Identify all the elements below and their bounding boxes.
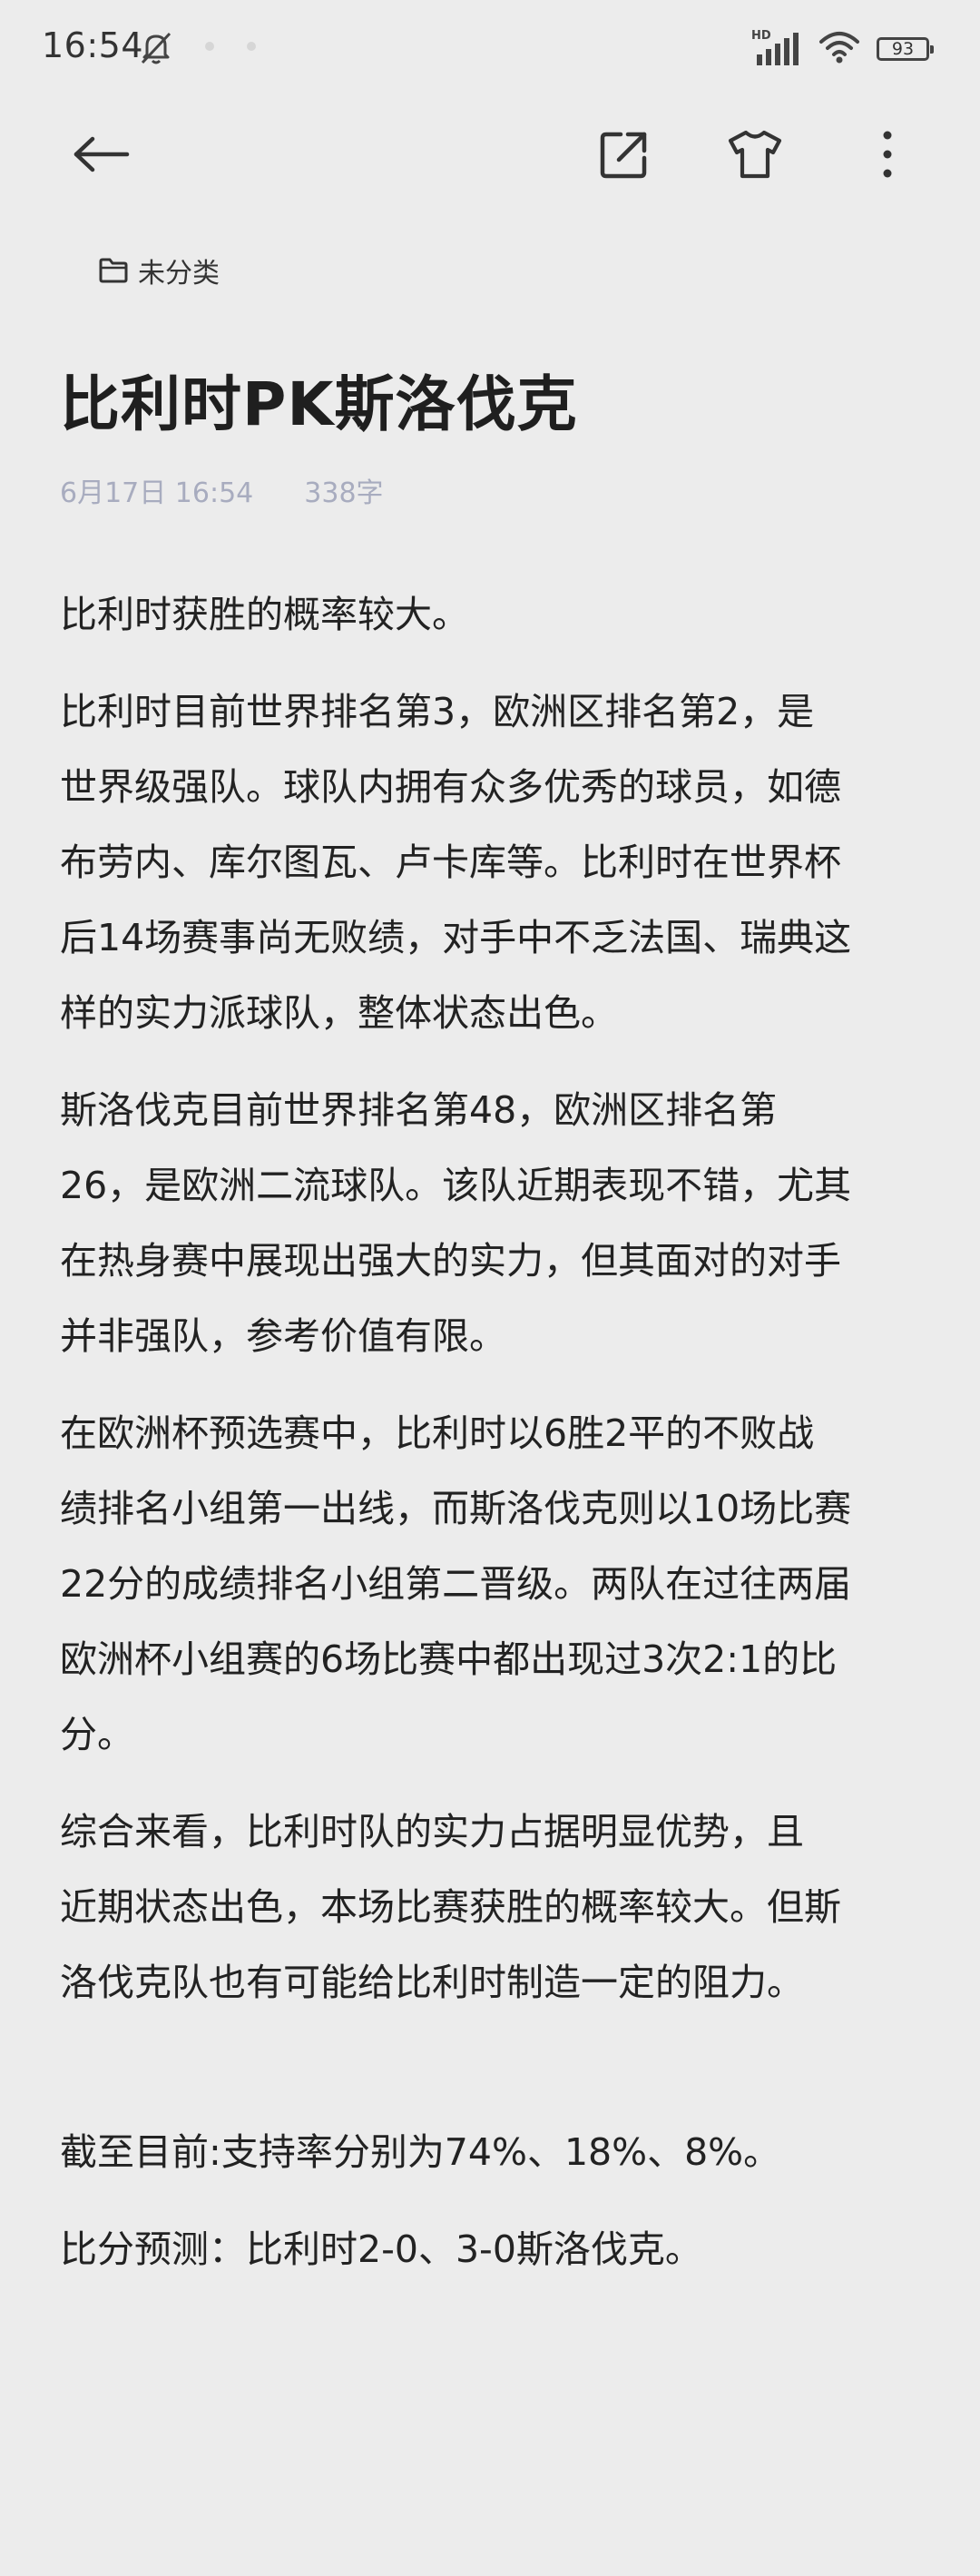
- note-title[interactable]: 比利时PK斯洛伐克: [60, 356, 578, 443]
- shirt-icon: [728, 130, 782, 179]
- paragraph-line: 世界级强队。球队内拥有众多优秀的球员，如德: [60, 765, 841, 809]
- paragraph-line: 比分预测：比利时2-0、3-0斯洛伐克。: [60, 2227, 702, 2271]
- paragraph-line: 综合来看，比利时队的实力占据明显优势，且: [60, 1810, 804, 1853]
- paragraph-line: 在欧洲杯预选赛中，比利时以6胜2平的不败战: [60, 1411, 815, 1455]
- more-button[interactable]: [851, 118, 924, 191]
- paragraph-line: 绩排名小组第一出线，而斯洛伐克则以10场比赛: [60, 1487, 852, 1530]
- paragraph-line: 斯洛伐克目前世界排名第48，欧洲区排名第: [60, 1088, 778, 1132]
- battery-icon: 93: [877, 37, 934, 61]
- paragraph-line: 洛伐克队也有可能给比利时制造一定的阻力。: [60, 1961, 804, 2004]
- arrow-left-icon: [74, 136, 130, 172]
- paragraph-line: 并非强队，参考价值有限。: [60, 1314, 506, 1358]
- signal-icon: HD: [751, 29, 802, 67]
- word-count: 338字: [304, 477, 384, 509]
- share-external-icon: [600, 132, 647, 179]
- more-vertical-icon: [883, 131, 892, 178]
- status-time: 16:54: [42, 25, 144, 65]
- theme-button[interactable]: [719, 118, 791, 191]
- status-indicators: HD 93: [751, 29, 934, 69]
- back-button[interactable]: [65, 118, 138, 191]
- wifi-icon: [818, 29, 860, 69]
- folder-label: 未分类: [138, 258, 220, 290]
- paragraph-line: 分。: [60, 1713, 134, 1756]
- paragraph-line: 26，是欧洲二流球队。该队近期表现不错，尤其: [60, 1164, 852, 1207]
- paragraph-line: 比利时目前世界排名第3，欧洲区排名第2，是: [60, 690, 815, 733]
- paragraph-line: 布劳内、库尔图瓦、卢卡库等。比利时在世界杯: [60, 841, 841, 884]
- battery-level: 93: [891, 39, 915, 59]
- folder-icon: [99, 258, 128, 283]
- paragraph-line: 样的实力派球队，整体状态出色。: [60, 991, 618, 1035]
- paragraph-line: 截至目前:支持率分别为74%、18%、8%。: [60, 2130, 781, 2174]
- paragraph-line: 在热身赛中展现出强大的实力，但其面对的对手: [60, 1239, 841, 1283]
- toolbar: [0, 109, 980, 200]
- note-body[interactable]: 比利时获胜的概率较大。 比利时目前世界排名第3，欧洲区排名第2，是 世界级强队。…: [60, 577, 922, 2287]
- folder-selector[interactable]: 未分类: [98, 251, 220, 290]
- paragraph-line: 近期状态出色，本场比赛获胜的概率较大。但斯: [60, 1885, 841, 1929]
- notification-dot: [205, 42, 214, 51]
- notification-dot: [247, 42, 256, 51]
- mute-icon: [136, 27, 176, 67]
- paragraph-line: 22分的成绩排名小组第二晋级。两队在过往两届: [60, 1562, 852, 1606]
- status-bar: 16:54 HD 93: [0, 0, 980, 100]
- paragraph-line: 欧洲杯小组赛的6场比赛中都出现过3次2:1的比: [60, 1637, 838, 1681]
- note-meta: 6月17日 16:54 338字: [60, 470, 384, 510]
- share-button[interactable]: [588, 118, 661, 191]
- paragraph-line: 后14场赛事尚无败绩，对手中不乏法国、瑞典这: [60, 916, 852, 959]
- paragraph-line: 比利时获胜的概率较大。: [60, 593, 469, 636]
- note-date: 6月17日 16:54: [60, 477, 254, 509]
